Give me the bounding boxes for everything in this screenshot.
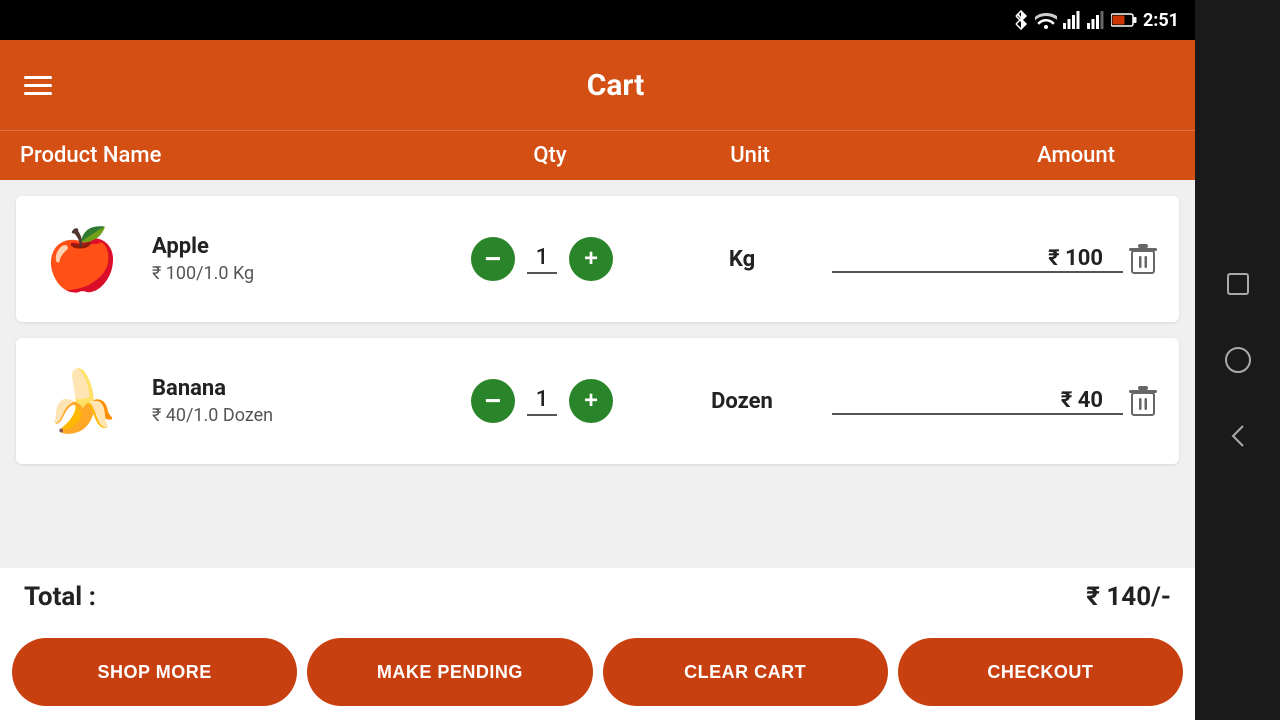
battery-icon — [1111, 12, 1137, 28]
status-time: 2:51 — [1143, 10, 1179, 31]
increase-qty-button[interactable]: + — [569, 379, 613, 423]
total-label: Total : — [24, 582, 96, 612]
page-title: Cart — [56, 68, 1175, 103]
home-button[interactable] — [1220, 342, 1256, 378]
checkout-button[interactable]: CHECKOUT — [898, 638, 1183, 706]
increase-qty-button[interactable]: + — [569, 237, 613, 281]
android-navigation — [1195, 0, 1280, 720]
cart-item: 🍌 Banana ₹ 40/1.0 Dozen − 1 + Dozen ₹ 40 — [16, 338, 1179, 464]
col-qty-label: Qty — [440, 143, 660, 168]
item-unit: Kg — [652, 247, 832, 272]
total-amount: ₹ 140/- — [1086, 582, 1171, 612]
cart-items-list: 🍎 Apple ₹ 100/1.0 Kg − 1 + Kg ₹ 100 — [0, 180, 1195, 568]
item-info-apple: Apple ₹ 100/1.0 Kg — [152, 234, 432, 284]
delete-item-button[interactable] — [1123, 381, 1163, 421]
recent-apps-button[interactable] — [1220, 266, 1256, 302]
item-info-banana: Banana ₹ 40/1.0 Dozen — [152, 376, 432, 426]
table-header: Product Name Qty Unit Amount — [0, 130, 1195, 180]
col-product-label: Product Name — [20, 143, 440, 168]
item-amount: ₹ 40 — [832, 388, 1123, 415]
decrease-qty-button[interactable]: − — [471, 237, 515, 281]
apple-emoji: 🍎 — [45, 224, 120, 295]
decrease-qty-button[interactable]: − — [471, 379, 515, 423]
status-icons: 2:51 — [1013, 10, 1179, 31]
hamburger-menu[interactable] — [20, 72, 56, 99]
total-section: Total : ₹ 140/- — [0, 568, 1195, 626]
item-image-apple: 🍎 — [32, 214, 132, 304]
app-header: Cart — [0, 40, 1195, 130]
item-amount: ₹ 100 — [832, 246, 1123, 273]
back-button[interactable] — [1220, 418, 1256, 454]
delete-item-button[interactable] — [1123, 239, 1163, 279]
wifi-icon — [1035, 11, 1057, 29]
signal2-icon — [1087, 11, 1105, 29]
status-bar: 2:51 — [0, 0, 1195, 40]
qty-value: 1 — [527, 245, 557, 274]
col-amount-label: Amount — [840, 143, 1175, 168]
item-qty-control-apple: − 1 + — [432, 237, 652, 281]
trash-icon — [1129, 243, 1157, 275]
action-buttons: SHOP MORE MAKE PENDING CLEAR CART CHECKO… — [0, 626, 1195, 720]
item-price: ₹ 100/1.0 Kg — [152, 263, 432, 284]
cart-item: 🍎 Apple ₹ 100/1.0 Kg − 1 + Kg ₹ 100 — [16, 196, 1179, 322]
item-unit: Dozen — [652, 389, 832, 414]
item-image-banana: 🍌 — [32, 356, 132, 446]
item-name: Apple — [152, 234, 432, 259]
make-pending-button[interactable]: MAKE PENDING — [307, 638, 592, 706]
item-qty-control-banana: − 1 + — [432, 379, 652, 423]
clear-cart-button[interactable]: CLEAR CART — [603, 638, 888, 706]
qty-value: 1 — [527, 387, 557, 416]
col-unit-label: Unit — [660, 143, 840, 168]
item-name: Banana — [152, 376, 432, 401]
bluetooth-icon — [1013, 10, 1029, 30]
signal1-icon — [1063, 11, 1081, 29]
trash-icon — [1129, 385, 1157, 417]
shop-more-button[interactable]: SHOP MORE — [12, 638, 297, 706]
banana-emoji: 🍌 — [45, 366, 120, 437]
item-price: ₹ 40/1.0 Dozen — [152, 405, 432, 426]
